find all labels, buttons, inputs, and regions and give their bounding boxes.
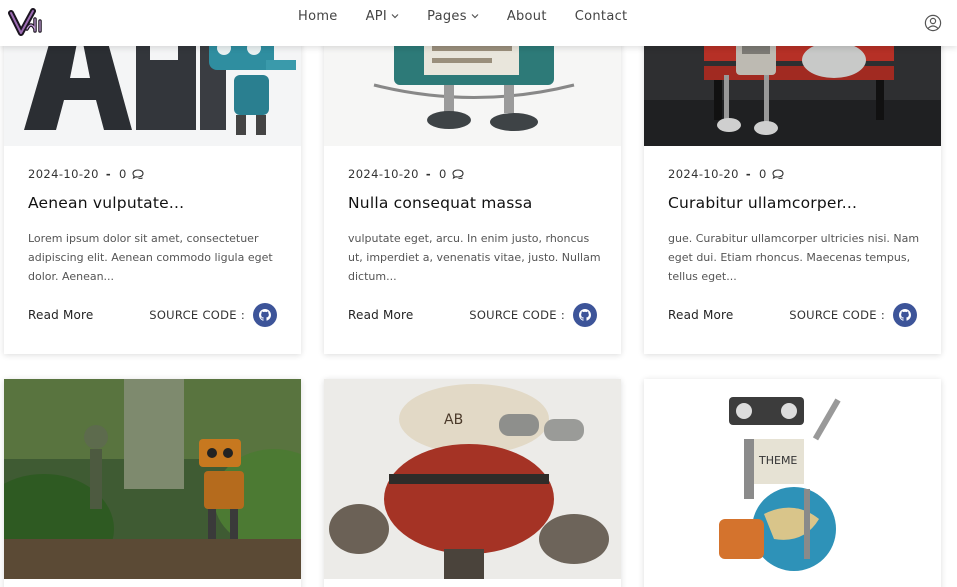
meta-separator: - <box>105 167 112 181</box>
post-date: 2024-10-20 <box>668 167 739 181</box>
meta-separator: - <box>425 167 432 181</box>
nav-api[interactable]: API <box>366 9 399 24</box>
post-title[interactable]: Curabitur ullamcorper... <box>668 194 923 216</box>
chevron-down-icon <box>391 14 399 19</box>
blog-card: THEME <box>644 379 941 587</box>
post-meta: 2024-10-20 - 0 <box>28 166 283 182</box>
read-more-link[interactable]: Read More <box>348 308 414 322</box>
source-code-label: SOURCE CODE : <box>149 308 245 322</box>
card-footer: Read More SOURCE CODE : <box>348 302 597 328</box>
github-button[interactable] <box>893 303 917 327</box>
post-excerpt: gue. Curabitur ullamcorper ultricies nis… <box>668 232 920 283</box>
github-icon <box>899 309 911 321</box>
post-title[interactable]: Nulla consequat massa <box>348 194 603 216</box>
post-date: 2024-10-20 <box>348 167 419 181</box>
svg-text:AB: AB <box>444 412 463 428</box>
card-image[interactable] <box>4 379 301 579</box>
nav-about-label: About <box>506 8 547 24</box>
nav-pages-label: Pages <box>427 8 467 24</box>
read-more-link[interactable]: Read More <box>28 308 94 322</box>
read-more-link[interactable]: Read More <box>668 308 734 322</box>
comments-icon <box>772 169 784 179</box>
source-code: SOURCE CODE : <box>469 303 597 327</box>
svg-text:THEME: THEME <box>758 454 797 467</box>
post-meta: 2024-10-20 - 0 <box>348 166 603 182</box>
chevron-down-icon <box>471 14 479 19</box>
top-navbar: Home API Pages About Contact <box>0 0 957 46</box>
nav-contact-label: Contact <box>574 8 628 24</box>
card-footer: Read More SOURCE CODE : <box>28 302 277 328</box>
post-excerpt: vulputate eget, arcu. In enim justo, rho… <box>348 232 601 283</box>
blog-card <box>4 379 301 587</box>
comments-icon <box>132 169 144 179</box>
card-image[interactable]: THEME <box>644 379 941 579</box>
comment-count: 0 <box>759 167 767 181</box>
post-date: 2024-10-20 <box>28 167 99 181</box>
nav-about[interactable]: About <box>507 9 547 24</box>
blog-card: 2024-10-20 - 0 Nulla consequat massa vul… <box>324 0 621 354</box>
nav-home[interactable]: Home <box>298 9 338 24</box>
comments-icon <box>452 169 464 179</box>
blog-grid: 2024-10-20 - 0 Aenean vulputate... Lorem… <box>0 0 957 587</box>
meta-separator: - <box>745 167 752 181</box>
nav-contact[interactable]: Contact <box>575 9 628 24</box>
comment-count: 0 <box>439 167 447 181</box>
card-body: 2024-10-20 - 0 Curabitur ullamcorper... … <box>668 166 923 286</box>
source-code: SOURCE CODE : <box>149 303 277 327</box>
blog-card: 2024-10-20 - 0 Curabitur ullamcorper... … <box>644 0 941 354</box>
github-icon <box>259 309 271 321</box>
comment-count: 0 <box>119 167 127 181</box>
post-title[interactable]: Aenean vulputate... <box>28 194 283 216</box>
post-excerpt: Lorem ipsum dolor sit amet, consectetuer… <box>28 232 273 283</box>
github-button[interactable] <box>573 303 597 327</box>
nav-home-label: Home <box>298 8 338 24</box>
post-meta: 2024-10-20 - 0 <box>668 166 923 182</box>
card-image[interactable]: AB <box>324 379 621 579</box>
github-button[interactable] <box>253 303 277 327</box>
source-code: SOURCE CODE : <box>789 303 917 327</box>
nav-pages[interactable]: Pages <box>427 9 479 24</box>
blog-card: 2024-10-20 - 0 Aenean vulputate... Lorem… <box>4 0 301 354</box>
card-body: 2024-10-20 - 0 Aenean vulputate... Lorem… <box>28 166 283 286</box>
card-footer: Read More SOURCE CODE : <box>668 302 917 328</box>
source-code-label: SOURCE CODE : <box>789 308 885 322</box>
source-code-label: SOURCE CODE : <box>469 308 565 322</box>
blog-card: AB <box>324 379 621 587</box>
site-logo[interactable] <box>7 7 47 37</box>
github-icon <box>579 309 591 321</box>
card-body: 2024-10-20 - 0 Nulla consequat massa vul… <box>348 166 603 286</box>
user-circle-icon[interactable] <box>924 14 942 32</box>
main-nav: Home API Pages About Contact <box>298 0 655 32</box>
nav-api-label: API <box>365 8 388 24</box>
